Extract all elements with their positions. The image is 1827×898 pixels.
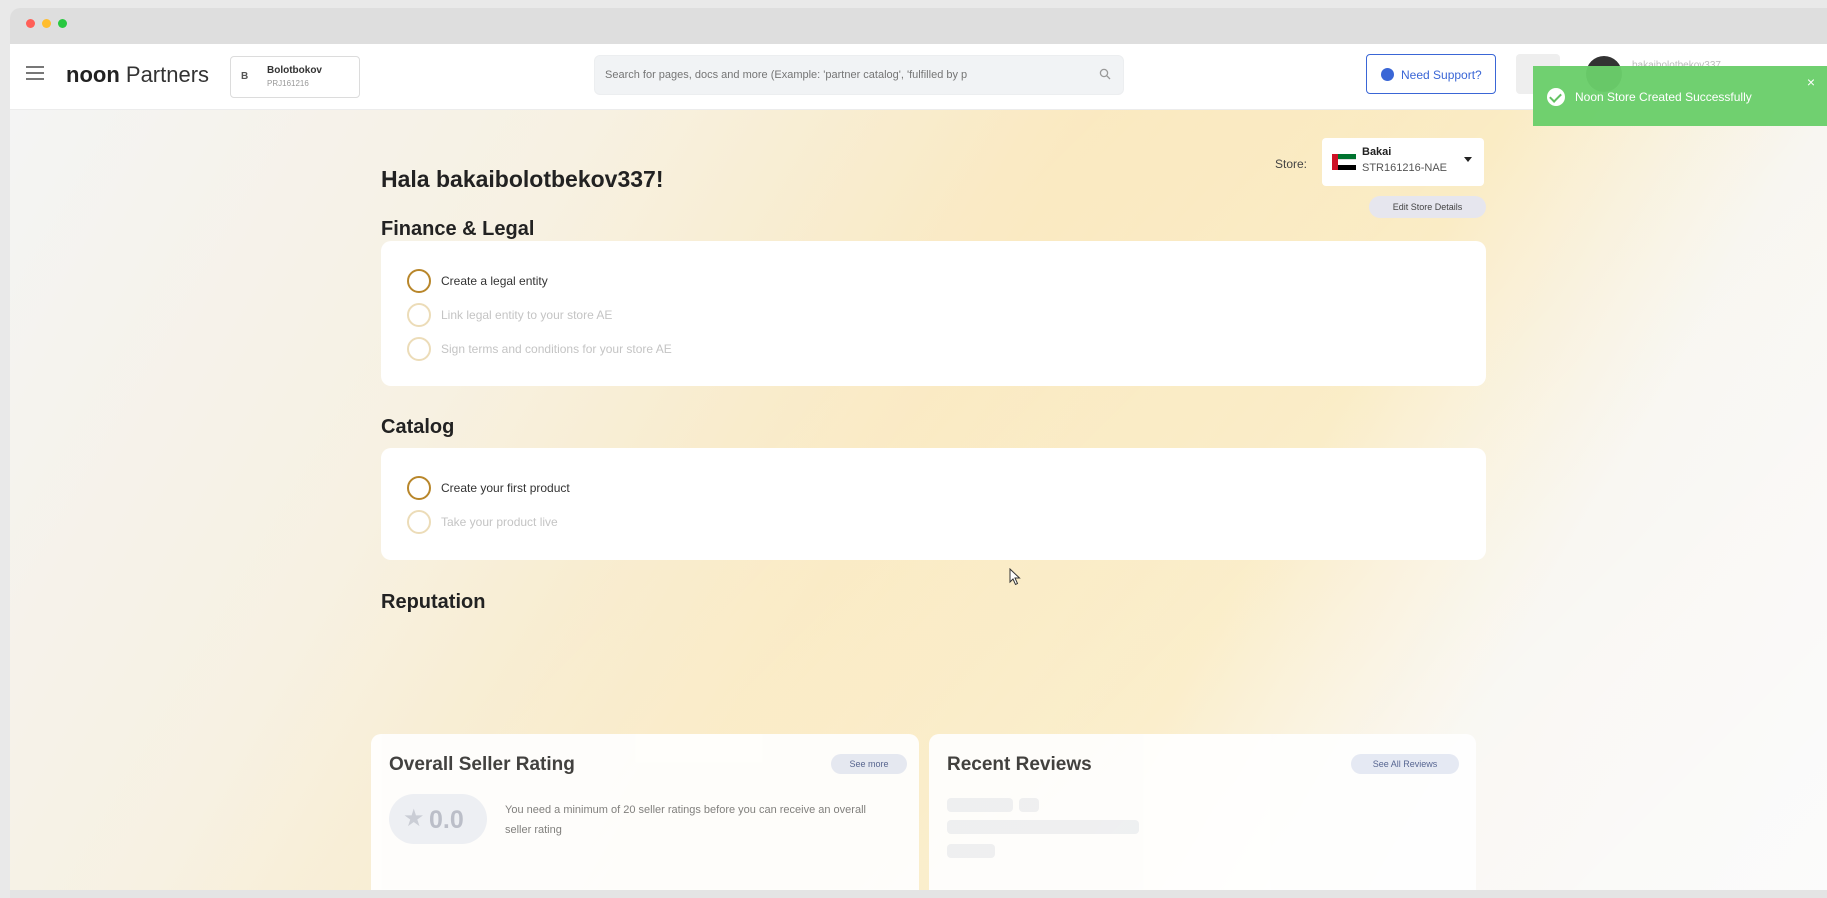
review-skeleton-line [1019,798,1039,812]
task-status-icon [407,269,431,293]
check-circle-icon [1547,88,1565,106]
seller-rating-card: Overall Seller Rating See more ★ 0.0 You… [371,734,919,898]
seller-rating-title: Overall Seller Rating [389,754,575,775]
edit-store-details-button[interactable]: Edit Store Details [1369,196,1486,218]
task-label: Create your first product [441,481,570,495]
store-selector[interactable]: Bakai STR161216-NAE [1322,138,1484,186]
review-skeleton-line [947,844,995,858]
partner-initial: B [241,71,249,82]
finance-legal-card: Create a legal entity Link legal entity … [381,241,1486,386]
mouse-pointer-icon [1009,568,1021,586]
close-window-button[interactable] [26,19,35,28]
see-more-button[interactable]: See more [831,754,907,774]
catalog-heading: Catalog [381,416,455,438]
brand-bold-text: noon [66,62,120,87]
see-all-reviews-button[interactable]: See All Reviews [1351,754,1459,774]
bottom-border [10,890,1827,898]
brand-light-label: Partners [125,62,210,87]
need-support-button[interactable]: Need Support? [1366,54,1496,94]
task-label: Take your product live [441,515,558,529]
recent-reviews-title: Recent Reviews [947,754,1092,775]
catalog-card: Create your first product Take your prod… [381,448,1486,560]
need-support-label: Need Support? [1401,68,1482,82]
rating-value: 0.0 [429,806,464,834]
menu-icon[interactable] [26,66,44,82]
partner-switcher[interactable]: B Bolotbokov PRJ161216 [230,56,360,98]
star-icon: ★ [403,805,425,832]
recent-reviews-card: Recent Reviews See All Reviews [929,734,1476,898]
help-icon [1381,68,1394,81]
maximize-window-button[interactable] [58,19,67,28]
review-skeleton-line [947,798,1013,812]
task-label: Sign terms and conditions for your store… [441,342,672,356]
task-status-icon [407,510,431,534]
close-icon[interactable]: × [1807,74,1815,90]
review-skeleton-line [947,820,1139,834]
partner-id: PRJ161216 [267,79,309,88]
success-toast: Noon Store Created Successfully × [1533,66,1827,126]
toast-message: Noon Store Created Successfully [1575,90,1752,104]
task-status-icon [407,337,431,361]
chevron-down-icon [1464,157,1472,162]
store-label: Store: [1275,157,1308,171]
task-label: Create a legal entity [441,274,548,288]
rating-note: You need a minimum of 20 seller ratings … [505,804,866,836]
store-name: Bakai [1362,146,1392,158]
store-code: STR161216-NAE [1362,162,1447,174]
minimize-window-button[interactable] [42,19,51,28]
browser-window: noon Partners B Bolotbokov PRJ161216 Nee… [10,8,1827,898]
uae-flag-icon [1332,154,1356,170]
rating-badge: ★ 0.0 [389,794,487,844]
search-bar [594,55,1124,95]
finance-legal-heading: Finance & Legal [381,218,535,240]
brand-logo[interactable]: noon Partners [66,62,209,88]
window-titlebar [10,8,1827,44]
search-input[interactable] [605,56,1095,94]
reputation-heading: Reputation [381,591,486,613]
task-status-icon [407,303,431,327]
partner-name: Bolotbokov [267,65,322,76]
task-status-icon [407,476,431,500]
page-greeting: Hala bakaibolotbekov337! [381,166,664,192]
search-icon[interactable] [1099,68,1111,80]
task-label: Link legal entity to your store AE [441,308,613,322]
